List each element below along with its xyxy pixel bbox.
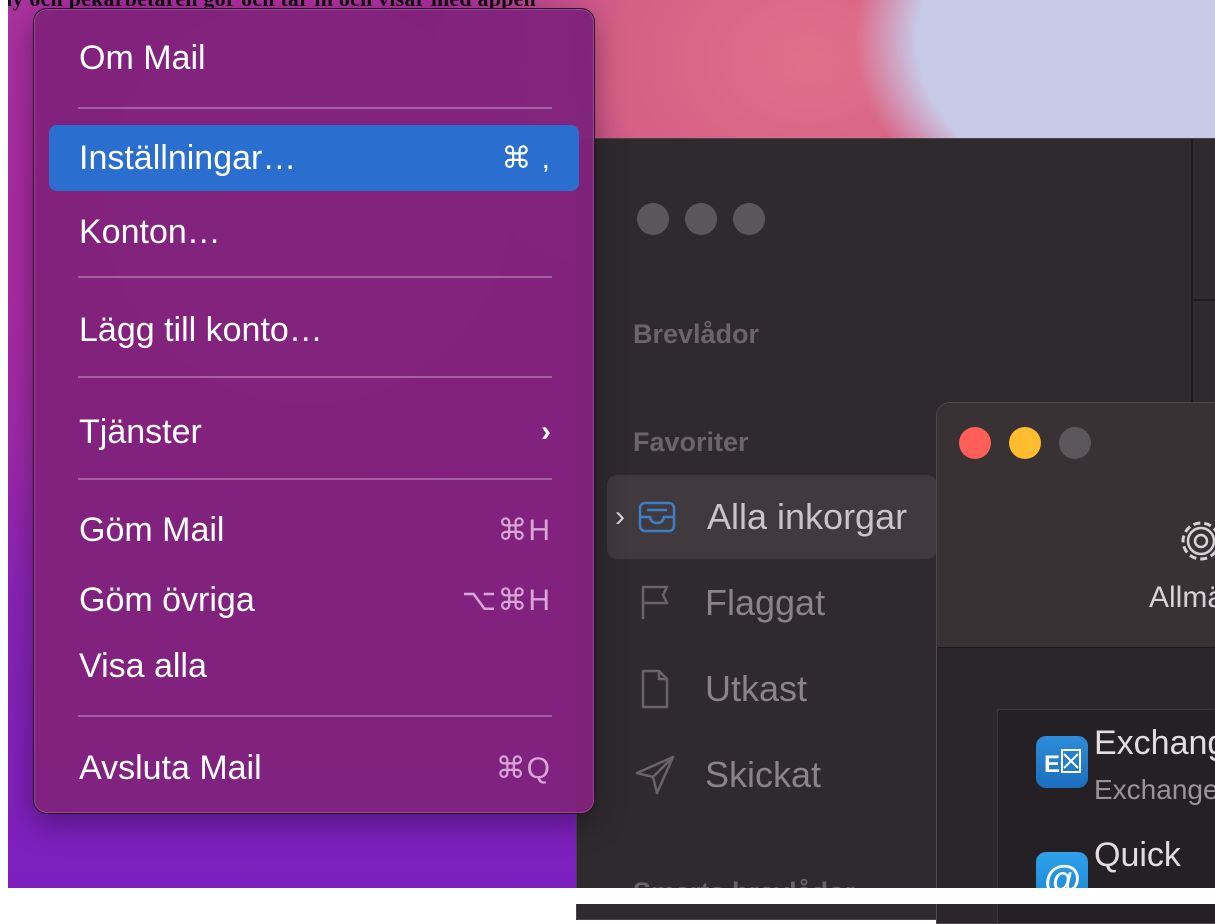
disclosure-chevron-icon[interactable]: › xyxy=(607,500,633,534)
sidebar-item-all-inboxes[interactable]: › Alla inkorgar xyxy=(607,475,937,559)
menu-separator xyxy=(78,376,552,378)
menu-item-quit-mail[interactable]: Avsluta Mail ⌘Q xyxy=(49,735,579,801)
settings-window-controls xyxy=(959,427,1091,459)
settings-toolbar: Allmänt xyxy=(937,403,1215,648)
menu-item-shortcut: ⌘ , xyxy=(501,141,551,175)
window-controls xyxy=(637,203,765,235)
menu-item-accounts[interactable]: Konton… xyxy=(49,199,579,265)
tab-general-label[interactable]: Allmänt xyxy=(1149,581,1215,615)
submenu-chevron-icon: › xyxy=(541,415,551,448)
account-type: Exchange xyxy=(1094,774,1215,805)
menu-item-label: Inställningar… xyxy=(79,138,297,177)
minimize-button[interactable] xyxy=(685,203,717,235)
menu-separator xyxy=(78,478,552,480)
zoom-button[interactable] xyxy=(1059,427,1091,459)
menu-item-label: Göm övriga xyxy=(79,580,255,619)
menu-item-shortcut: ⌘H xyxy=(497,513,551,547)
menu-item-hide-others[interactable]: Göm övriga ⌥⌘H xyxy=(49,567,579,633)
close-button[interactable] xyxy=(959,427,991,459)
menu-separator xyxy=(78,715,552,717)
menu-item-label: Tjänster xyxy=(79,412,202,451)
menu-item-label: Konton… xyxy=(79,212,221,251)
menu-item-settings[interactable]: Inställningar… ⌘ , xyxy=(49,125,579,191)
menu-item-label: Göm Mail xyxy=(79,510,225,549)
sidebar-heading-favorites: Favoriter xyxy=(633,427,749,457)
account-name[interactable]: Exchange xyxy=(1094,724,1215,763)
menu-item-label: Lägg till konto… xyxy=(79,310,323,349)
menu-item-label: Avsluta Mail xyxy=(79,748,262,787)
account-name[interactable]: Quick xyxy=(1094,836,1181,875)
minimize-button[interactable] xyxy=(1009,427,1041,459)
sidebar-item-flagged[interactable]: Flaggat xyxy=(607,561,937,645)
left-margin xyxy=(0,0,8,904)
svg-text:E: E xyxy=(1044,751,1060,778)
gear-icon[interactable] xyxy=(1171,511,1215,571)
menu-item-label: Om Mail xyxy=(79,38,206,77)
document-icon xyxy=(641,669,669,709)
sidebar-item-sent[interactable]: Skickat xyxy=(607,733,937,817)
sidebar-item-drafts[interactable]: Utkast xyxy=(607,647,937,731)
sidebar-item-label: Alla inkorgar xyxy=(707,496,908,537)
menu-item-services[interactable]: Tjänster › xyxy=(49,399,579,465)
zoom-button[interactable] xyxy=(733,203,765,235)
menu-item-shortcut: ⌥⌘H xyxy=(461,583,551,617)
paper-plane-icon xyxy=(635,755,675,795)
close-button[interactable] xyxy=(637,203,669,235)
menu-item-label: Visa alla xyxy=(79,646,207,685)
toolbar-divider xyxy=(1191,299,1215,301)
mail-app-menu: Om Mail Inställningar… ⌘ , Konton… Lägg … xyxy=(33,8,595,814)
flag-icon xyxy=(641,585,669,619)
menu-item-show-all[interactable]: Visa alla xyxy=(49,633,579,699)
menu-item-add-account[interactable]: Lägg till konto… xyxy=(49,297,579,363)
settings-window: Allmänt E Exchange Exchange @ Quick xyxy=(936,402,1215,924)
menu-item-shortcut: ⌘Q xyxy=(495,751,551,785)
menu-item-hide-mail[interactable]: Göm Mail ⌘H xyxy=(49,497,579,563)
inbox-tray-icon xyxy=(638,501,676,533)
sidebar-item-label: Utkast xyxy=(705,668,808,709)
bottom-margin xyxy=(0,888,1215,904)
menu-item-about-mail[interactable]: Om Mail xyxy=(49,25,579,91)
sidebar-item-label: Skickat xyxy=(705,754,822,795)
sidebar-heading-mailboxes: Brevlådor xyxy=(633,319,760,349)
menu-separator xyxy=(78,276,552,278)
exchange-icon: E xyxy=(1036,736,1088,788)
menu-separator xyxy=(78,107,552,109)
sidebar-item-label: Flaggat xyxy=(705,582,826,623)
